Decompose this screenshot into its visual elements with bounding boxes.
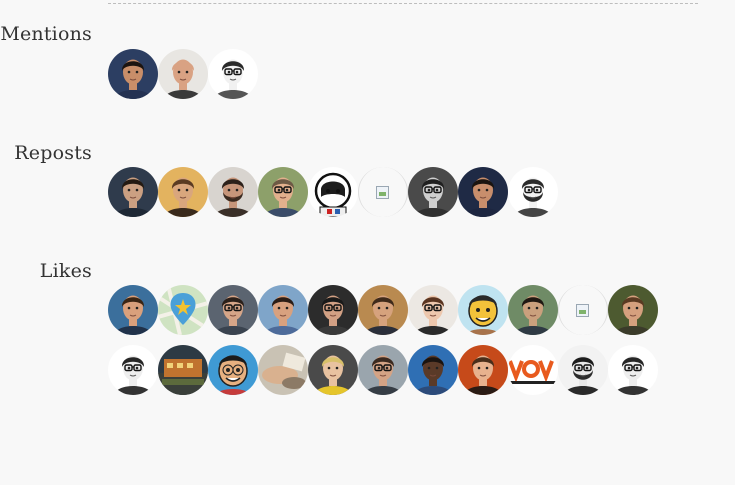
profile-avatar-link[interactable]	[408, 285, 458, 335]
profile-avatar-link[interactable]	[508, 345, 558, 395]
map-pin-icon	[158, 285, 208, 335]
person-avatar	[608, 345, 658, 395]
profile-avatar-link[interactable]	[208, 345, 258, 395]
mentions-heading: Mentions	[0, 23, 92, 45]
profile-avatar-link[interactable]	[558, 345, 608, 395]
profile-avatar-link[interactable]	[358, 285, 408, 335]
person-avatar	[208, 49, 258, 99]
person-avatar	[258, 167, 308, 217]
person-avatar	[208, 285, 258, 335]
person-avatar	[558, 345, 608, 395]
person-avatar	[308, 345, 358, 395]
street-scene-icon	[158, 345, 208, 395]
profile-avatar-link[interactable]	[408, 167, 458, 217]
broken-image-icon	[376, 186, 389, 199]
profile-avatar-link[interactable]	[608, 285, 658, 335]
person-avatar	[258, 285, 308, 335]
person-avatar	[358, 345, 408, 395]
person-avatar	[458, 167, 508, 217]
broken-image-icon[interactable]	[558, 285, 608, 335]
person-avatar	[158, 167, 208, 217]
profile-avatar-link[interactable]	[358, 345, 408, 395]
profile-avatar-link[interactable]	[308, 345, 358, 395]
profile-avatar-link[interactable]	[408, 345, 458, 395]
profile-avatar-link[interactable]	[158, 49, 208, 99]
person-avatar	[408, 285, 458, 335]
section-divider	[108, 3, 698, 4]
person-avatar	[108, 49, 158, 99]
person-avatar	[608, 285, 658, 335]
profile-avatar-link[interactable]	[208, 49, 258, 99]
profile-avatar-link[interactable]	[158, 345, 208, 395]
profile-avatar-link[interactable]	[108, 49, 158, 99]
profile-avatar-link[interactable]	[508, 167, 558, 217]
person-avatar	[458, 345, 508, 395]
profile-avatar-link[interactable]	[458, 285, 508, 335]
person-avatar	[508, 167, 558, 217]
profile-avatar-link[interactable]	[108, 285, 158, 335]
person-avatar	[108, 345, 158, 395]
profile-avatar-link[interactable]	[458, 167, 508, 217]
profile-avatar-link[interactable]	[108, 167, 158, 217]
astronaut-icon	[308, 167, 358, 217]
profile-avatar-link[interactable]	[208, 285, 258, 335]
person-avatar	[108, 285, 158, 335]
person-avatar	[508, 285, 558, 335]
cartoon-avatar	[208, 345, 258, 395]
reposts-heading: Reposts	[14, 142, 92, 164]
profile-avatar-link[interactable]	[158, 285, 208, 335]
profile-avatar-link[interactable]	[458, 345, 508, 395]
hands-photo-icon	[258, 345, 308, 395]
broken-image-icon	[576, 304, 589, 317]
person-avatar	[408, 167, 458, 217]
person-avatar	[158, 49, 208, 99]
person-avatar	[358, 285, 408, 335]
likes-heading: Likes	[39, 260, 92, 282]
profile-avatar-link[interactable]	[308, 167, 358, 217]
profile-avatar-link[interactable]	[258, 167, 308, 217]
conference-logo-icon	[508, 345, 558, 395]
profile-avatar-link[interactable]	[258, 285, 308, 335]
broken-image-icon[interactable]	[358, 167, 408, 217]
profile-avatar-link[interactable]	[208, 167, 258, 217]
profile-avatar-link[interactable]	[108, 345, 158, 395]
profile-avatar-link[interactable]	[158, 167, 208, 217]
person-avatar	[108, 167, 158, 217]
person-avatar	[408, 345, 458, 395]
profile-avatar-link[interactable]	[608, 345, 658, 395]
profile-avatar-link[interactable]	[508, 285, 558, 335]
profile-avatar-link[interactable]	[258, 345, 308, 395]
profile-avatar-link[interactable]	[308, 285, 358, 335]
person-avatar	[308, 285, 358, 335]
cartoon-avatar	[458, 285, 508, 335]
person-avatar	[208, 167, 258, 217]
